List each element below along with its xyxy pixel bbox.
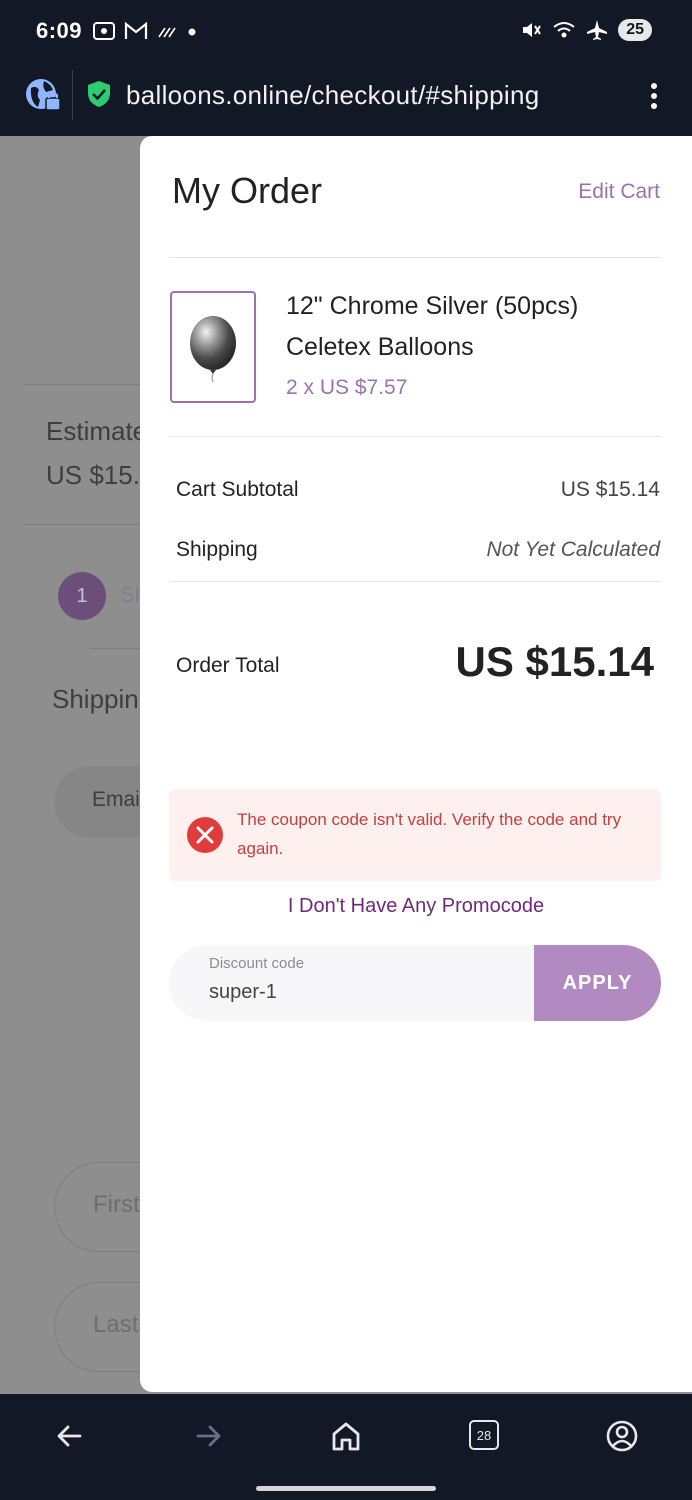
edit-cart-link[interactable]: Edit Cart — [578, 180, 660, 204]
browser-bottom-nav: 28 — [0, 1394, 692, 1500]
bg-estimate-value: US $15.1 — [46, 460, 155, 490]
gmail-icon — [124, 21, 148, 39]
forward-arrow-icon[interactable] — [186, 1416, 230, 1456]
wifi-icon — [553, 22, 575, 38]
product-thumbnail[interactable] — [170, 291, 256, 403]
balloon-image — [190, 316, 236, 383]
order-total-value: US $15.14 — [455, 638, 654, 685]
secure-shield-icon[interactable] — [86, 80, 112, 108]
browser-url-bar: balloons.online/checkout/#shipping — [0, 64, 692, 136]
bg-divider — [24, 524, 144, 525]
dot-icon — [188, 28, 196, 36]
cart-subtotal-label: Cart Subtotal — [176, 478, 299, 501]
bg-estimate-label: Estimate — [46, 416, 148, 446]
divider — [169, 436, 661, 437]
discount-code-input[interactable] — [209, 981, 509, 1004]
airplane-icon — [587, 20, 608, 40]
product-qty-price: 2 x US $7.57 — [286, 376, 408, 399]
home-icon[interactable] — [324, 1416, 368, 1456]
discount-code-field[interactable]: Discount code — [169, 945, 539, 1021]
coupon-error-alert: The coupon code isn't valid. Verify the … — [169, 789, 661, 881]
discount-code-label: Discount code — [209, 955, 305, 972]
no-promocode-link[interactable]: I Don't Have Any Promocode — [140, 895, 692, 918]
url-text[interactable]: balloons.online/checkout/#shipping — [126, 80, 540, 111]
battery-icon: 25 — [618, 19, 652, 41]
apply-button[interactable]: APPLY — [534, 945, 661, 1021]
bg-email-placeholder: Emai — [92, 788, 140, 811]
divider — [169, 257, 661, 258]
order-total-label: Order Total — [176, 654, 280, 677]
shipping-value: Not Yet Calculated — [486, 538, 660, 561]
tabs-count: 28 — [469, 1420, 499, 1450]
signal-strike-icon — [158, 27, 176, 38]
bg-divider — [90, 648, 144, 649]
error-close-icon — [187, 817, 223, 853]
coupon-error-message: The coupon code isn't valid. Verify the … — [237, 810, 622, 858]
shipping-label: Shipping — [176, 538, 258, 561]
product-name[interactable]: 12" Chrome Silver (50pcs) Celetex Balloo… — [286, 286, 626, 368]
account-icon[interactable] — [600, 1416, 644, 1456]
cart-subtotal-value: US $15.14 — [560, 478, 660, 501]
status-time: 6:09 — [36, 18, 83, 43]
bg-first-placeholder: First — [93, 1191, 140, 1218]
divider — [169, 581, 661, 582]
more-options-icon[interactable] — [650, 82, 658, 110]
back-arrow-icon[interactable] — [50, 1416, 94, 1456]
bg-step-badge: 1 — [58, 572, 106, 620]
tabs-icon[interactable]: 28 — [469, 1420, 513, 1460]
mute-icon — [523, 23, 542, 37]
order-title: My Order — [172, 170, 323, 211]
status-bar: 6:09 25 — [0, 0, 692, 64]
url-separator — [72, 70, 73, 120]
bg-last-placeholder: Last — [93, 1311, 139, 1338]
bg-shipping-heading: Shippin — [52, 684, 139, 714]
status-icons-left — [92, 20, 198, 42]
globe-lock-icon[interactable] — [24, 76, 62, 114]
bg-divider — [24, 384, 144, 385]
screenshot-icon — [93, 22, 115, 40]
my-order-drawer: My Order Edit Cart 12" Chrome Silver (50… — [140, 136, 692, 1392]
status-icons-right: 25 — [520, 19, 652, 41]
home-indicator[interactable] — [256, 1486, 436, 1491]
